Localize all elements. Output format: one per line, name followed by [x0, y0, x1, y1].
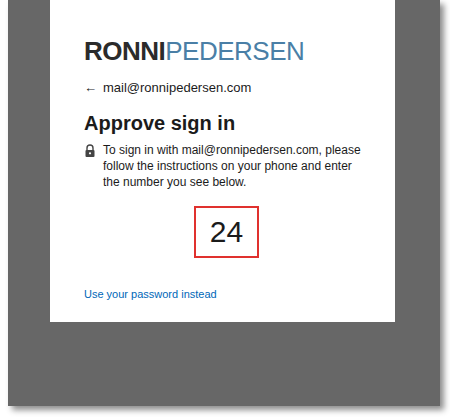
sign-in-card: RONNIPEDERSEN ← mail@ronnipedersen.com Appr… [50, 0, 395, 322]
message: To sign in with mail@ronnipedersen.com, … [103, 142, 369, 190]
page: RONNIPEDERSEN ← mail@ronnipedersen.com Appr… [0, 0, 450, 418]
lock-icon [84, 144, 96, 158]
verification-number: 24 [194, 206, 259, 258]
account-row[interactable]: ← mail@ronnipedersen.com [84, 78, 369, 98]
message-row: To sign in with mail@ronnipedersen.com, … [84, 142, 369, 190]
account-email: mail@ronnipedersen.com [103, 78, 251, 98]
password-link[interactable]: Use your password instead [84, 286, 369, 303]
logo: RONNIPEDERSEN [84, 38, 369, 64]
back-arrow[interactable]: ← [84, 78, 97, 98]
screenshot-frame: RONNIPEDERSEN ← mail@ronnipedersen.com Appr… [8, 0, 440, 406]
title: Approve sign in [84, 110, 369, 136]
